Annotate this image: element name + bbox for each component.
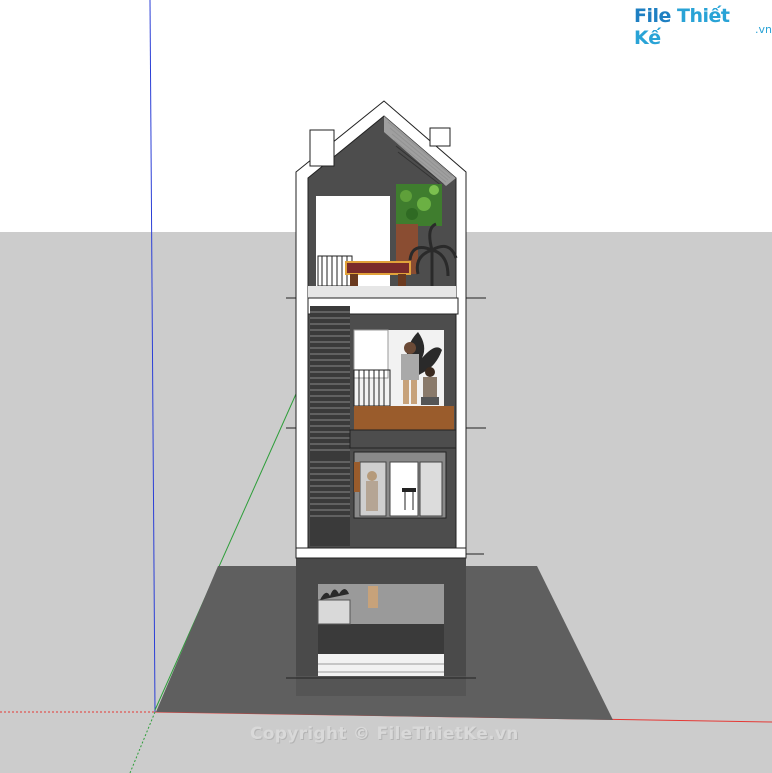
person-legs [368, 586, 378, 608]
attic-floor [308, 286, 456, 298]
sketchup-viewport[interactable] [0, 0, 772, 773]
person-window [366, 471, 378, 511]
facade-louvres [310, 306, 350, 456]
roof-chimney-left [309, 129, 335, 167]
first-floor-window-glass-right [419, 461, 443, 517]
copyright-watermark: Copyright © FileThietKe.vn [250, 724, 519, 744]
second-floor-wood-deck [354, 406, 454, 430]
leaf [406, 208, 418, 220]
logo-mark: File Thiết Kế [634, 5, 754, 49]
stool [402, 488, 416, 492]
base-edge [296, 676, 466, 696]
attic-table [345, 261, 411, 275]
planter-box [317, 599, 351, 625]
first-floor-accent [354, 462, 360, 492]
filethietke-logo: File Thiết Kế .vn [634, 5, 772, 49]
second-floor-slab [349, 429, 457, 449]
first-floor-slab [295, 547, 467, 559]
leaf [417, 197, 431, 211]
roof-chimney-right [429, 127, 451, 147]
ground-floor-floor [318, 624, 444, 654]
leaf [400, 190, 412, 202]
first-floor-shutter [310, 456, 350, 546]
logo-domain: .vn [755, 23, 772, 36]
leaf [429, 185, 439, 195]
logo-prefix: File [634, 5, 671, 27]
